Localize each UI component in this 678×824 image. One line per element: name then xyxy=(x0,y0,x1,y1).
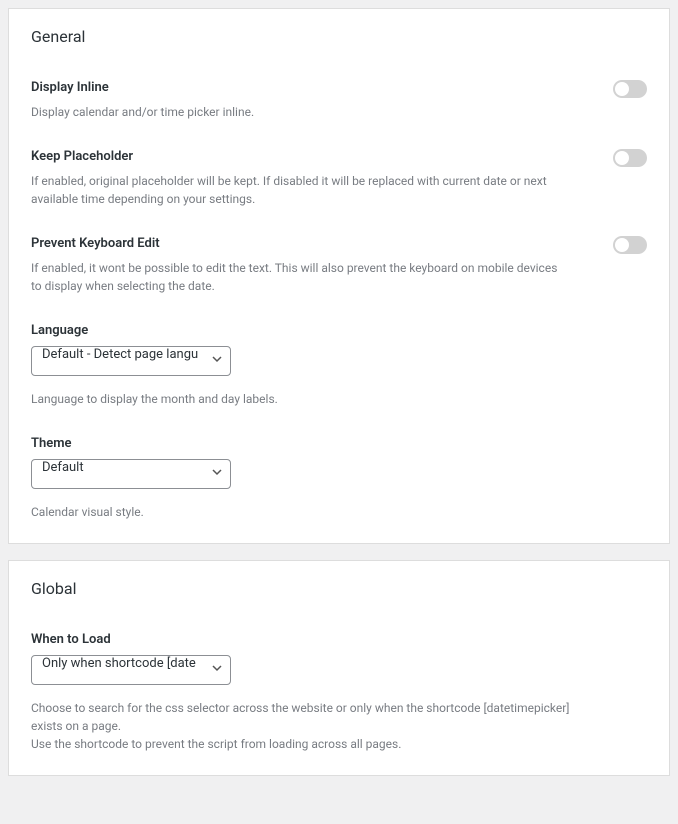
when-to-load-select[interactable]: Only when shortcode [date xyxy=(31,655,231,685)
theme-field: Theme Default Calendar visual style. xyxy=(31,436,647,521)
display-inline-toggle[interactable] xyxy=(613,80,647,98)
field-label: Language xyxy=(31,323,647,338)
field-description: Choose to search for the css selector ac… xyxy=(31,699,571,753)
display-inline-field: Display Inline Display calendar and/or t… xyxy=(31,80,647,121)
language-select-wrap: Default - Detect page langu xyxy=(31,346,231,376)
section-title: General xyxy=(31,27,647,46)
theme-select-wrap: Default xyxy=(31,459,231,489)
prevent-keyboard-field: Prevent Keyboard Edit If enabled, it won… xyxy=(31,236,647,295)
field-description: If enabled, original placeholder will be… xyxy=(31,172,571,208)
field-label: Theme xyxy=(31,436,647,451)
keep-placeholder-field: Keep Placeholder If enabled, original pl… xyxy=(31,149,647,208)
field-description-line: Use the shortcode to prevent the script … xyxy=(31,737,401,751)
language-field: Language Default - Detect page langu Lan… xyxy=(31,323,647,408)
general-section: General Display Inline Display calendar … xyxy=(8,8,670,544)
keep-placeholder-toggle[interactable] xyxy=(613,149,647,167)
field-description-line: Choose to search for the css selector ac… xyxy=(31,701,569,733)
field-description: If enabled, it wont be possible to edit … xyxy=(31,259,571,295)
global-section: Global When to Load Only when shortcode … xyxy=(8,560,670,776)
section-title: Global xyxy=(31,579,647,598)
prevent-keyboard-toggle[interactable] xyxy=(613,236,647,254)
field-description: Display calendar and/or time picker inli… xyxy=(31,103,571,121)
field-description: Calendar visual style. xyxy=(31,503,571,521)
field-label: Keep Placeholder xyxy=(31,149,647,164)
field-label: When to Load xyxy=(31,632,647,647)
field-description: Language to display the month and day la… xyxy=(31,390,571,408)
when-to-load-select-wrap: Only when shortcode [date xyxy=(31,655,231,685)
field-label: Display Inline xyxy=(31,80,647,95)
language-select[interactable]: Default - Detect page langu xyxy=(31,346,231,376)
when-to-load-field: When to Load Only when shortcode [date C… xyxy=(31,632,647,753)
field-label: Prevent Keyboard Edit xyxy=(31,236,647,251)
theme-select[interactable]: Default xyxy=(31,459,231,489)
